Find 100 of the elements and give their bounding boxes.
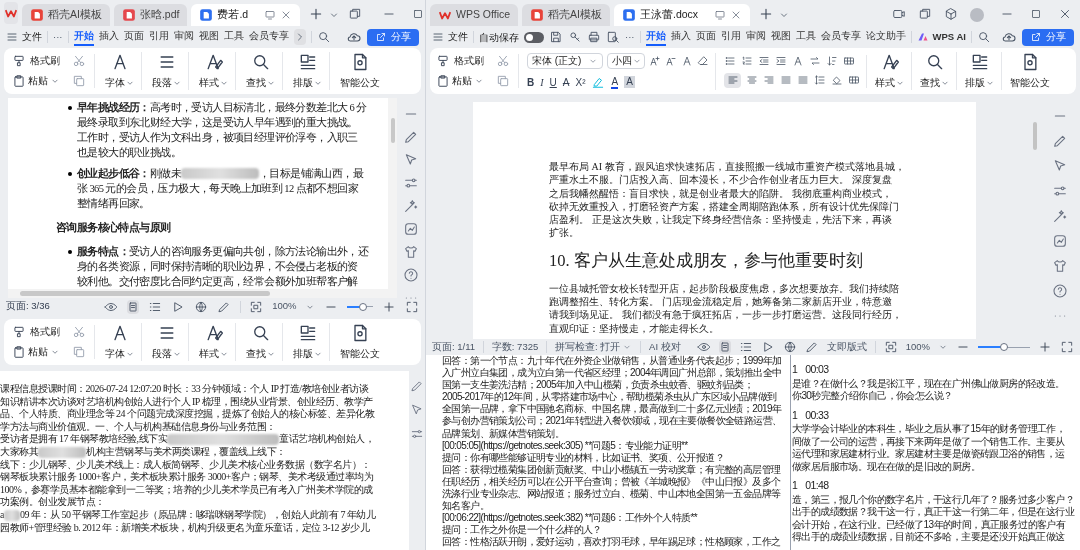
sort-icon[interactable]	[826, 54, 838, 67]
wps-ai-button[interactable]: WPS AI	[916, 29, 966, 45]
line-spacing-icon[interactable]	[814, 74, 826, 86]
grow-font-icon[interactable]	[649, 54, 661, 67]
pen-icon[interactable]	[403, 129, 419, 145]
format-button[interactable]: U	[549, 74, 557, 90]
ribbon-button[interactable]: 智能公文	[334, 51, 386, 91]
fullscreen-icon[interactable]	[405, 299, 419, 314]
menu-tab[interactable]: 工具	[795, 27, 816, 47]
help-icon[interactable]	[403, 267, 419, 283]
table-icon[interactable]	[843, 54, 855, 67]
window-icon[interactable]	[918, 7, 932, 21]
border-icon[interactable]	[848, 74, 860, 86]
copy-icon[interactable]	[496, 74, 510, 89]
shirt-icon[interactable]	[403, 244, 419, 260]
menu-tab[interactable]: 插入	[670, 27, 691, 47]
search-icon[interactable]	[316, 30, 331, 44]
pen-icon[interactable]	[1052, 133, 1068, 149]
format-painter-button[interactable]: 格式刷	[12, 324, 60, 339]
document-tab[interactable]: 张晗.pdf	[113, 4, 188, 26]
share-button[interactable]: 分享	[1022, 28, 1074, 46]
format-button[interactable]: A	[562, 74, 570, 90]
zoom-value[interactable]: 100%	[905, 339, 930, 355]
sliders-icon[interactable]	[410, 427, 424, 441]
ai-proofread-button[interactable]: AI 校对	[649, 339, 681, 355]
sliders-icon[interactable]	[1052, 183, 1068, 199]
menu-tab[interactable]: 引用	[148, 27, 169, 47]
spell-check-toggle[interactable]: 拼写检查: 打开	[555, 339, 633, 355]
fit-page-icon[interactable]	[883, 340, 898, 354]
menu-tab[interactable]: 论文助手	[865, 27, 906, 47]
scroll-right-button[interactable]	[293, 29, 306, 45]
zoom-in-icon[interactable]	[382, 299, 396, 314]
ribbon-button[interactable]: 样式	[193, 322, 236, 362]
document-tab[interactable]: 王泳蕾.docx	[614, 4, 751, 26]
menu-tab[interactable]: 开始	[73, 27, 94, 47]
paste-button[interactable]: 粘贴	[12, 74, 60, 89]
eraser-icon[interactable]	[697, 54, 709, 67]
pen-icon[interactable]	[216, 299, 231, 314]
ribbon-button[interactable]: 字体	[99, 51, 142, 91]
ribbon-button[interactable]: 样式	[869, 51, 912, 91]
layout-mode-button[interactable]: 文即版式	[826, 339, 867, 355]
menu-tab[interactable]: 审阅	[745, 27, 766, 47]
page-view-button[interactable]	[718, 340, 731, 354]
save-icon[interactable]	[549, 30, 563, 44]
fit-page-icon[interactable]	[249, 299, 264, 314]
bullet-list-icon[interactable]	[724, 54, 736, 67]
ribbon-button[interactable]: 字体	[99, 322, 142, 362]
sliders-icon[interactable]	[403, 175, 419, 191]
ribbon-button[interactable]: 排版	[959, 51, 1002, 91]
menu-tab[interactable]: 页面	[695, 27, 716, 47]
justify-icon[interactable]	[780, 74, 792, 86]
menu-tab[interactable]: 会员专享	[248, 27, 289, 47]
chart-icon[interactable]	[1052, 233, 1068, 249]
menu-tab[interactable]: 引用	[720, 27, 741, 47]
format-button[interactable]: I	[540, 74, 544, 90]
menu-tab[interactable]: 视图	[770, 27, 791, 47]
cursor-icon[interactable]	[403, 152, 419, 168]
font-size-select[interactable]: 小四	[607, 52, 645, 69]
format-painter-button[interactable]: 格式刷	[12, 53, 60, 68]
cube-icon[interactable]	[944, 7, 958, 21]
zoom-value[interactable]: 100%	[272, 299, 297, 314]
ribbon-button[interactable]: 排版	[287, 51, 330, 91]
magic-wand-icon[interactable]	[1052, 208, 1068, 224]
ribbon-button[interactable]: 查找	[240, 322, 283, 362]
menu-tab[interactable]: 视图	[198, 27, 219, 47]
share-button[interactable]: 分享	[367, 28, 419, 46]
horizontal-scrollbar[interactable]	[8, 289, 388, 298]
distribute-icon[interactable]	[797, 74, 809, 86]
document-tab[interactable]: 费若.d	[191, 4, 301, 26]
autosave-toggle[interactable]	[524, 31, 544, 43]
ribbon-button[interactable]: 查找	[914, 51, 957, 91]
window-icon[interactable]	[348, 7, 363, 21]
globe-icon[interactable]	[782, 340, 797, 354]
eye-icon[interactable]	[696, 340, 711, 354]
cut-icon[interactable]	[72, 324, 86, 339]
file-menu[interactable]: 文件	[6, 29, 42, 45]
copy-icon[interactable]	[72, 74, 86, 89]
maximize-icon[interactable]	[1030, 8, 1042, 20]
page-view-button[interactable]	[126, 299, 139, 314]
indent-icon[interactable]	[775, 54, 787, 67]
menu-tab[interactable]: 会员专享	[820, 27, 861, 47]
ribbon-button[interactable]: 排版	[287, 322, 330, 362]
paste-button[interactable]: 粘贴	[12, 345, 60, 360]
ribbon-button[interactable]: 段落	[146, 322, 189, 362]
outline-icon[interactable]	[738, 340, 753, 354]
shading-icon[interactable]	[831, 74, 843, 86]
align-right-icon[interactable]	[763, 74, 775, 86]
close-icon[interactable]	[1058, 7, 1072, 21]
ribbon-button[interactable]: 查找	[240, 51, 283, 91]
document-tab[interactable]: WPS Office	[430, 4, 519, 26]
menu-tab[interactable]: 页面	[123, 27, 144, 47]
fullscreen-icon[interactable]	[1060, 340, 1074, 354]
slider-thumb[interactable]	[358, 302, 367, 311]
pen-icon[interactable]	[410, 379, 424, 393]
cut-icon[interactable]	[496, 53, 510, 68]
font-name-select[interactable]: 宋体 (正文)	[527, 52, 603, 69]
print-icon[interactable]	[587, 30, 601, 44]
align-left-button[interactable]	[724, 72, 741, 88]
copy-icon[interactable]	[72, 345, 86, 360]
file-menu[interactable]: 文件	[432, 29, 468, 45]
